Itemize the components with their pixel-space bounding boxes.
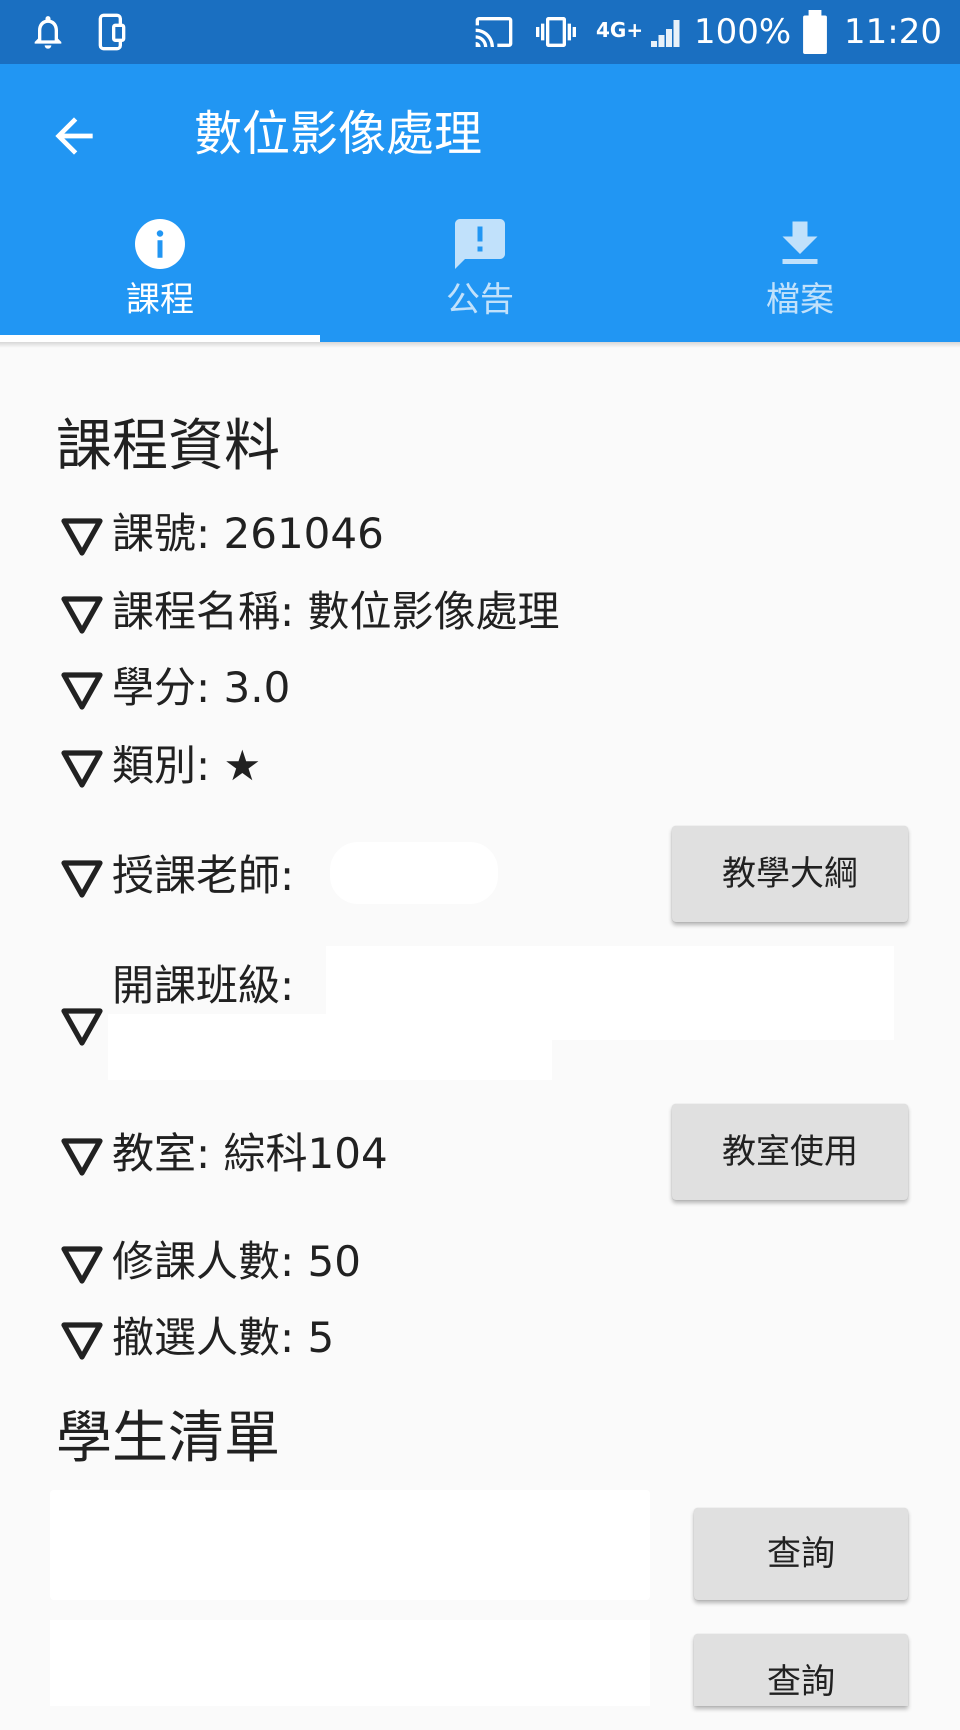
category: 類別: ★ (112, 741, 262, 790)
syllabus-button[interactable]: 教學大綱 (672, 826, 908, 922)
phone-icon (98, 13, 126, 51)
network-type: 4G+ (596, 18, 644, 42)
student-row-1-redacted (50, 1490, 650, 1600)
triangle-down-icon (61, 517, 103, 556)
class-row: 開課班級: (60, 960, 295, 1046)
status-bar: 4G+ 100% 11:20 (0, 0, 960, 64)
class-value-redacted-2 (108, 1014, 552, 1080)
tab-indicator (0, 335, 320, 342)
credits: 學分: 3.0 (112, 663, 291, 712)
signal-icon (651, 20, 680, 47)
triangle-down-icon (61, 859, 103, 898)
teacher-label: 授課老師: (112, 851, 295, 900)
tab-announcement-label: 公告 (446, 280, 514, 320)
teacher-row: 授課老師: (60, 848, 294, 904)
clock: 11:20 (844, 12, 942, 52)
tab-announcement[interactable]: 公告 (320, 214, 640, 342)
page-title: 數位影像處理 (194, 106, 483, 162)
bell-icon (34, 16, 62, 49)
announcement-icon (455, 219, 505, 269)
triangle-down-icon (61, 1321, 103, 1360)
course-info-heading: 課程資料 (56, 414, 280, 479)
tab-files-label: 檔案 (766, 280, 834, 320)
course-no: 課號: 261046 (112, 509, 384, 558)
triangle-down-icon (61, 671, 103, 710)
withdrawn-row: 撤選人數: 5 (60, 1310, 334, 1366)
triangle-down-icon (61, 1007, 103, 1046)
tab-course[interactable]: 課程 (0, 214, 320, 342)
battery-percent: 100% (694, 12, 792, 52)
course-name: 課程名稱: 數位影像處理 (112, 587, 560, 636)
credits-row: 學分: 3.0 (60, 660, 290, 716)
category-row: 類別: ★ (60, 738, 261, 794)
query-button-2[interactable]: 查詢 (694, 1634, 908, 1706)
withdrawn-count: 撤選人數: 5 (112, 1313, 335, 1362)
enrolled-count: 修課人數: 50 (112, 1237, 361, 1286)
tab-files[interactable]: 檔案 (640, 214, 960, 342)
cast-icon (475, 17, 513, 47)
arrow-back-icon[interactable] (46, 108, 102, 164)
vibrate-icon (536, 17, 576, 47)
classroom-usage-button[interactable]: 教室使用 (672, 1104, 908, 1200)
query-button-1[interactable]: 查詢 (694, 1508, 908, 1600)
download-icon (782, 221, 818, 264)
class-label: 開課班級: (112, 961, 295, 1010)
student-row-2-redacted (50, 1620, 650, 1706)
app-bar-shadow (0, 342, 960, 348)
tab-course-label: 課程 (126, 280, 194, 320)
triangle-down-icon (61, 1137, 103, 1176)
triangle-down-icon (61, 595, 103, 634)
teacher-name-redacted (330, 842, 498, 904)
student-list-heading: 學生清單 (56, 1406, 280, 1471)
classroom-row: 教室: 綜科104 (60, 1126, 388, 1182)
triangle-down-icon (61, 1245, 103, 1284)
enrolled-row: 修課人數: 50 (60, 1234, 361, 1290)
course-no-row: 課號: 261046 (60, 506, 384, 562)
battery-icon (803, 10, 827, 54)
app-bar: 數位影像處理 課程 公告 檔案 (0, 64, 960, 342)
course-name-row: 課程名稱: 數位影像處理 (60, 584, 560, 640)
triangle-down-icon (61, 749, 103, 788)
info-icon (135, 219, 185, 269)
classroom: 教室: 綜科104 (112, 1129, 388, 1178)
